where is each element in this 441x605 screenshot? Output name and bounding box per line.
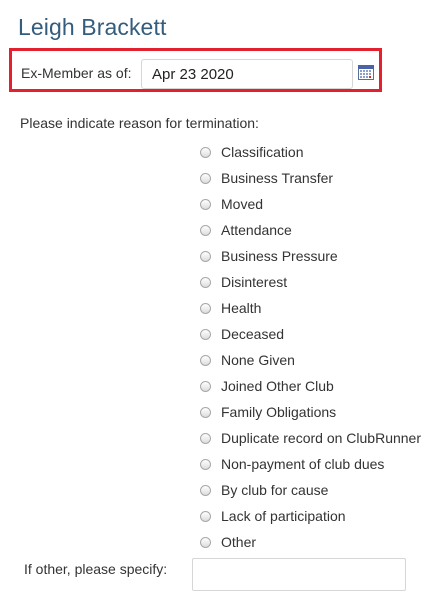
radio-button[interactable] (200, 354, 211, 366)
termination-reason-prompt: Please indicate reason for termination: (20, 115, 259, 131)
radio-button[interactable] (200, 276, 211, 288)
reason-option[interactable]: Business Transfer (199, 165, 421, 191)
reason-option[interactable]: Non-payment of club dues (199, 451, 421, 477)
reason-option[interactable]: Moved (199, 191, 421, 217)
radio-button[interactable] (200, 536, 211, 548)
radio-button[interactable] (200, 380, 211, 392)
reason-option[interactable]: Business Pressure (199, 243, 421, 269)
reason-option[interactable]: Classification (199, 139, 421, 165)
reason-option[interactable]: Health (199, 295, 421, 321)
reason-option-label: Duplicate record on ClubRunner (221, 430, 421, 446)
reason-option-label: Health (221, 300, 262, 316)
reason-option-label: By club for cause (221, 482, 329, 498)
reason-option[interactable]: None Given (199, 347, 421, 373)
radio-button[interactable] (200, 328, 211, 340)
reason-option-label: Deceased (221, 326, 285, 342)
reason-option-label: Moved (221, 196, 264, 212)
other-reason-label: If other, please specify: (24, 561, 168, 577)
reason-option-label: Lack of participation (221, 508, 346, 524)
radio-button[interactable] (200, 406, 211, 418)
radio-button[interactable] (200, 250, 211, 262)
reason-option-label: Non-payment of club dues (221, 456, 385, 472)
reason-option-label: Disinterest (221, 274, 288, 290)
reason-option-label: Other (221, 534, 257, 550)
reason-option-label: Classification (221, 144, 304, 160)
radio-button[interactable] (200, 146, 211, 158)
calendar-icon[interactable] (358, 64, 374, 80)
reason-option[interactable]: Joined Other Club (199, 373, 421, 399)
radio-button[interactable] (200, 484, 211, 496)
radio-button[interactable] (200, 458, 211, 470)
reason-option[interactable]: By club for cause (199, 477, 421, 503)
reason-option-label: None Given (221, 352, 295, 368)
reason-option[interactable]: Other (199, 529, 421, 555)
reason-option-label: Joined Other Club (221, 378, 334, 394)
reason-option[interactable]: Attendance (199, 217, 421, 243)
exmember-date-input[interactable] (141, 59, 353, 89)
radio-button[interactable] (200, 172, 211, 184)
radio-button[interactable] (200, 224, 211, 236)
radio-button[interactable] (200, 510, 211, 522)
reason-option[interactable]: Deceased (199, 321, 421, 347)
page-title: Leigh Brackett (18, 14, 167, 40)
exmember-label: Ex-Member as of: (21, 65, 132, 81)
radio-button[interactable] (200, 432, 211, 444)
radio-button[interactable] (200, 302, 211, 314)
termination-reason-list: Classification Business Transfer Moved Atte… (199, 139, 421, 555)
reason-option-label: Business Pressure (221, 248, 338, 264)
other-reason-input[interactable] (192, 558, 406, 591)
radio-button[interactable] (200, 198, 211, 210)
reason-option-label: Family Obligations (221, 404, 337, 420)
reason-option[interactable]: Lack of participation (199, 503, 421, 529)
reason-option[interactable]: Duplicate record on ClubRunner (199, 425, 421, 451)
reason-option[interactable]: Disinterest (199, 269, 421, 295)
reason-option-label: Attendance (221, 222, 292, 238)
reason-option[interactable]: Family Obligations (199, 399, 421, 425)
reason-option-label: Business Transfer (221, 170, 334, 186)
